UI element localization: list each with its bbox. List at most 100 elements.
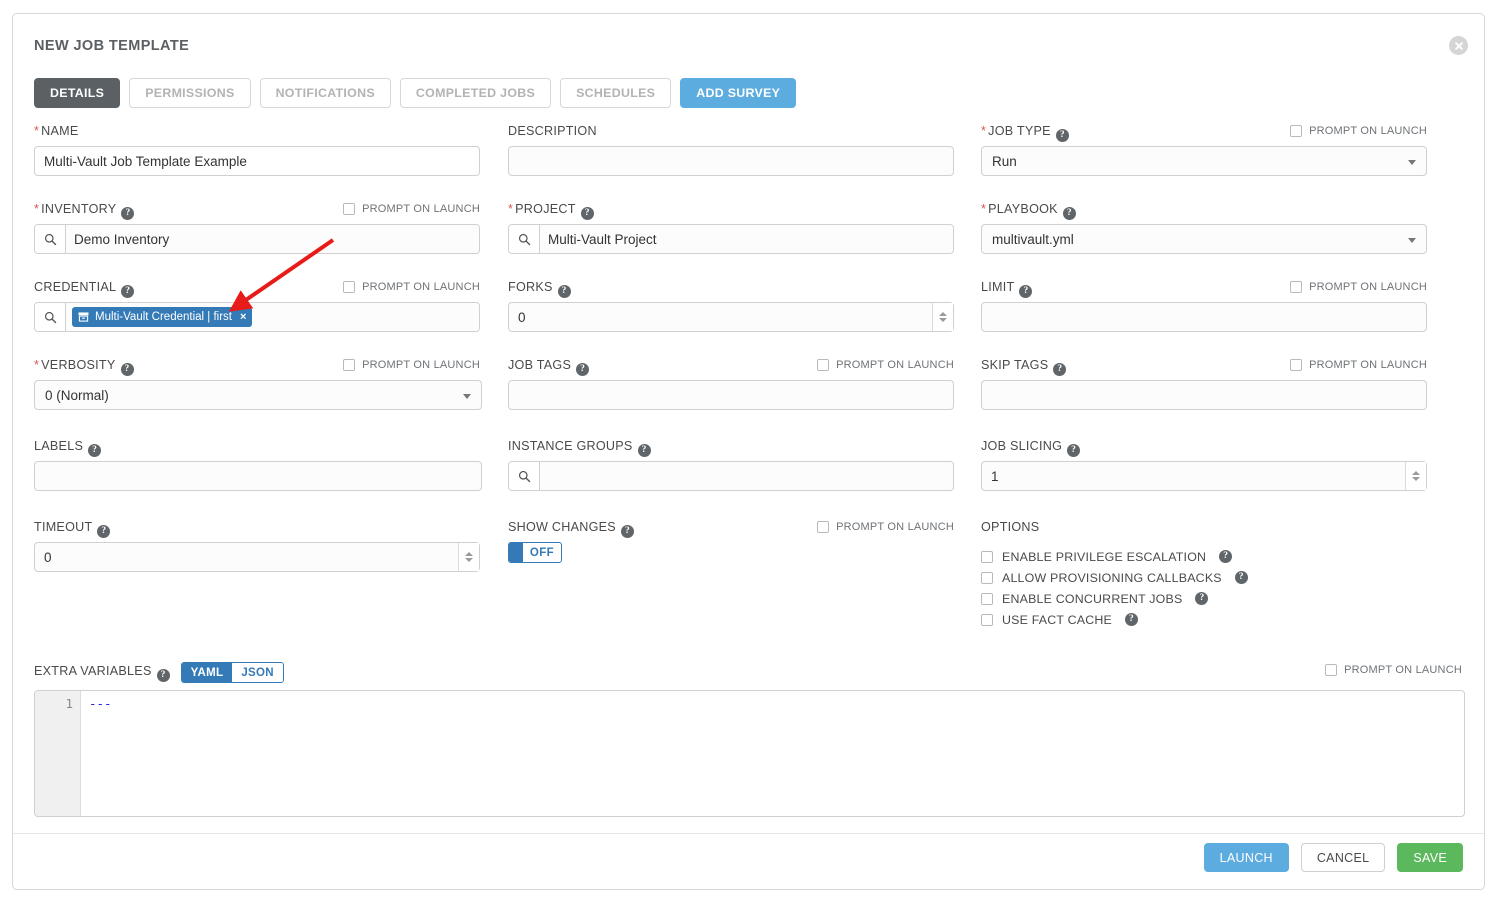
field-job-tags: JOB TAGS? PROMPT ON LAUNCH bbox=[508, 358, 954, 410]
credential-icon bbox=[78, 312, 89, 322]
skip-tags-input[interactable] bbox=[981, 380, 1427, 410]
instance-groups-lookup[interactable] bbox=[508, 461, 954, 491]
close-icon[interactable] bbox=[1449, 36, 1468, 55]
search-icon[interactable] bbox=[509, 462, 540, 490]
job-type-select[interactable]: Run bbox=[981, 146, 1427, 176]
help-icon[interactable]: ? bbox=[620, 525, 634, 538]
chevron-down-icon[interactable] bbox=[939, 318, 947, 322]
checkbox[interactable] bbox=[981, 550, 993, 563]
chevron-down-icon[interactable] bbox=[1412, 477, 1420, 481]
help-icon[interactable]: ? bbox=[1124, 613, 1138, 626]
checkbox[interactable] bbox=[981, 592, 993, 605]
search-icon[interactable] bbox=[35, 303, 66, 331]
help-icon[interactable]: ? bbox=[1219, 550, 1233, 563]
prompt-on-launch-checkbox[interactable] bbox=[343, 203, 356, 215]
launch-button[interactable]: LAUNCH bbox=[1203, 843, 1289, 872]
timeout-spinner[interactable] bbox=[458, 543, 479, 571]
help-icon[interactable]: ? bbox=[1053, 363, 1067, 376]
search-icon[interactable] bbox=[35, 225, 66, 253]
checkbox[interactable] bbox=[981, 571, 993, 584]
verbosity-select[interactable]: 0 (Normal) bbox=[34, 380, 482, 410]
credential-chip-remove-icon[interactable]: × bbox=[240, 311, 246, 323]
chevron-down-icon[interactable] bbox=[465, 558, 473, 562]
instance-groups-value[interactable] bbox=[540, 462, 953, 490]
help-icon[interactable]: ? bbox=[1195, 592, 1209, 605]
extra-variables-editor[interactable]: 1 --- bbox=[34, 690, 1465, 817]
help-icon[interactable]: ? bbox=[1055, 129, 1069, 142]
required-asterisk: * bbox=[34, 358, 40, 372]
option-enable-concurrent-jobs[interactable]: ENABLE CONCURRENT JOBS ? bbox=[981, 588, 1427, 609]
option-enable-privilege-escalation[interactable]: ENABLE PRIVILEGE ESCALATION ? bbox=[981, 546, 1427, 567]
label-inventory: * INVENTORY? bbox=[34, 202, 135, 220]
forks-input[interactable] bbox=[508, 302, 954, 332]
field-options: OPTIONS ENABLE PRIVILEGE ESCALATION ? AL… bbox=[981, 520, 1427, 630]
help-icon[interactable]: ? bbox=[121, 285, 135, 298]
tab-schedules[interactable]: SCHEDULES bbox=[560, 78, 672, 108]
playbook-select[interactable]: multivault.yml bbox=[981, 224, 1427, 254]
help-icon[interactable]: ? bbox=[121, 207, 135, 220]
prompt-on-launch-job-type: PROMPT ON LAUNCH bbox=[1290, 125, 1427, 137]
prompt-on-launch-checkbox[interactable] bbox=[1325, 664, 1338, 676]
help-icon[interactable]: ? bbox=[156, 668, 170, 682]
help-icon[interactable]: ? bbox=[576, 363, 590, 376]
tab-permissions[interactable]: PERMISSIONS bbox=[129, 78, 251, 108]
required-asterisk: * bbox=[34, 202, 40, 216]
option-use-fact-cache[interactable]: USE FACT CACHE ? bbox=[981, 609, 1427, 630]
chevron-up-icon[interactable] bbox=[465, 552, 473, 556]
help-icon[interactable]: ? bbox=[88, 444, 102, 457]
help-icon[interactable]: ? bbox=[637, 444, 651, 457]
save-button[interactable]: SAVE bbox=[1397, 843, 1463, 872]
field-job-slicing: JOB SLICING? bbox=[981, 439, 1427, 491]
cancel-button[interactable]: CANCEL bbox=[1300, 843, 1386, 872]
project-lookup[interactable]: Multi-Vault Project bbox=[508, 224, 954, 254]
editor-content[interactable]: --- bbox=[81, 691, 1464, 816]
tab-completed-jobs[interactable]: COMPLETED JOBS bbox=[399, 78, 552, 108]
help-icon[interactable]: ? bbox=[97, 525, 111, 538]
prompt-on-launch-checkbox[interactable] bbox=[1290, 125, 1303, 137]
checkbox[interactable] bbox=[981, 613, 993, 626]
format-json-button[interactable]: JSON bbox=[232, 663, 283, 682]
option-allow-provisioning-callbacks[interactable]: ALLOW PROVISIONING CALLBACKS ? bbox=[981, 567, 1427, 588]
help-icon[interactable]: ? bbox=[557, 285, 571, 298]
inventory-lookup[interactable]: Demo Inventory bbox=[34, 224, 480, 254]
extra-variables-format-toggle[interactable]: YAML JSON bbox=[180, 662, 284, 683]
prompt-on-launch-limit: PROMPT ON LAUNCH bbox=[1290, 281, 1427, 293]
prompt-on-launch-checkbox[interactable] bbox=[817, 521, 830, 533]
prompt-on-launch-extra-variables: PROMPT ON LAUNCH bbox=[1325, 664, 1462, 676]
chevron-up-icon[interactable] bbox=[939, 312, 947, 316]
tab-details[interactable]: DETAILS bbox=[34, 78, 121, 108]
forks-spinner[interactable] bbox=[932, 303, 953, 331]
help-icon[interactable]: ? bbox=[120, 363, 134, 376]
credential-lookup[interactable]: Multi-Vault Credential | first × bbox=[34, 302, 480, 332]
help-icon[interactable]: ? bbox=[1019, 285, 1033, 298]
field-skip-tags: SKIP TAGS? PROMPT ON LAUNCH bbox=[981, 358, 1427, 410]
add-survey-button[interactable]: ADD SURVEY bbox=[680, 78, 797, 108]
show-changes-toggle[interactable]: OFF bbox=[508, 542, 562, 563]
help-icon[interactable]: ? bbox=[580, 207, 594, 220]
timeout-input[interactable] bbox=[34, 542, 480, 572]
help-icon[interactable]: ? bbox=[1062, 207, 1076, 220]
prompt-on-launch-checkbox[interactable] bbox=[1290, 281, 1303, 293]
tab-notifications[interactable]: NOTIFICATIONS bbox=[259, 78, 391, 108]
prompt-on-launch-checkbox[interactable] bbox=[1290, 359, 1303, 371]
playbook-value: multivault.yml bbox=[992, 231, 1074, 247]
prompt-on-launch-checkbox[interactable] bbox=[817, 359, 830, 371]
job-slicing-input[interactable] bbox=[981, 461, 1427, 491]
help-icon[interactable]: ? bbox=[1234, 571, 1248, 584]
show-changes-toggle-label: OFF bbox=[529, 546, 555, 559]
job-tags-input[interactable] bbox=[508, 380, 954, 410]
project-value[interactable]: Multi-Vault Project bbox=[540, 225, 953, 253]
format-yaml-button[interactable]: YAML bbox=[181, 663, 233, 682]
search-icon[interactable] bbox=[509, 225, 540, 253]
labels-input[interactable] bbox=[34, 461, 482, 491]
help-icon[interactable]: ? bbox=[1067, 444, 1081, 457]
chevron-up-icon[interactable] bbox=[1412, 471, 1420, 475]
prompt-on-launch-checkbox[interactable] bbox=[343, 281, 356, 293]
inventory-value[interactable]: Demo Inventory bbox=[66, 225, 479, 253]
job-slicing-spinner[interactable] bbox=[1405, 462, 1426, 490]
limit-input[interactable] bbox=[981, 302, 1427, 332]
prompt-on-launch-checkbox[interactable] bbox=[343, 359, 356, 371]
description-input[interactable] bbox=[508, 146, 954, 176]
credential-chip[interactable]: Multi-Vault Credential | first × bbox=[72, 307, 253, 327]
name-input[interactable] bbox=[34, 146, 480, 176]
